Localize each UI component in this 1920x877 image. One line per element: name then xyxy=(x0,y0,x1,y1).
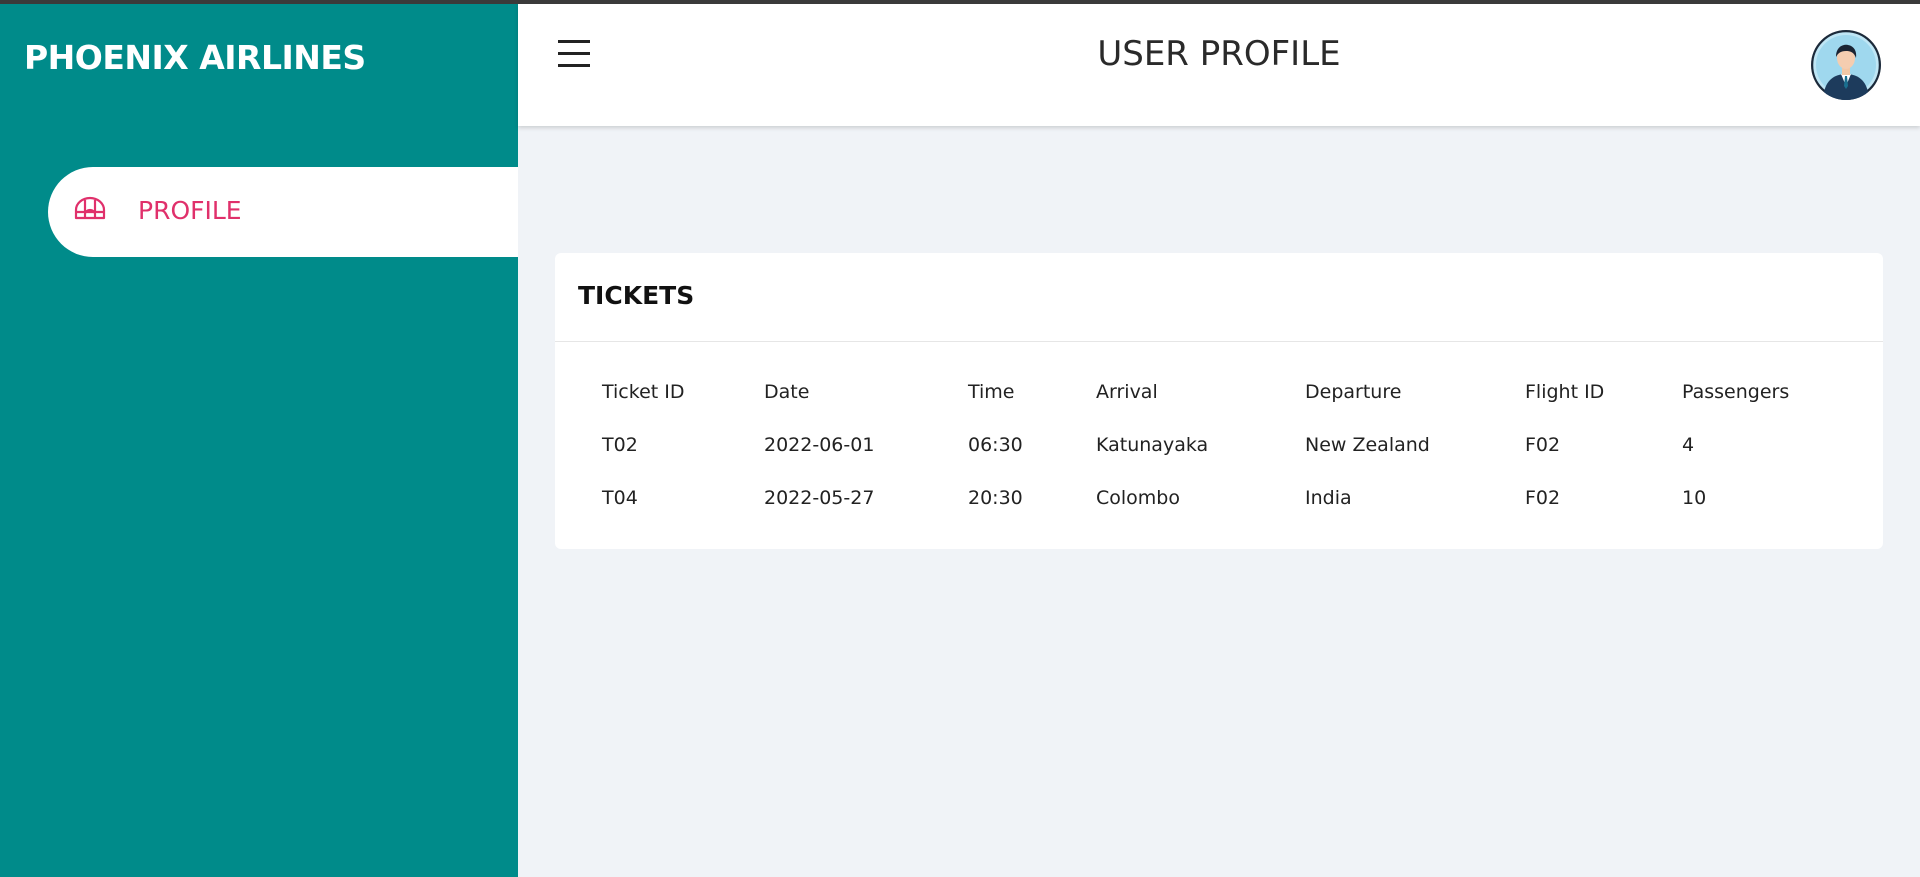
brand-title: PHOENIX AIRLINES xyxy=(24,38,366,77)
column-header: Date xyxy=(764,380,810,403)
table-cell: Katunayaka xyxy=(1096,433,1209,456)
table-cell: T04 xyxy=(602,486,638,509)
table-cell: 06:30 xyxy=(968,433,1023,456)
tickets-table: Ticket ID Date Time Arrival Departure Fl… xyxy=(602,365,1842,524)
tickets-title: TICKETS xyxy=(578,281,695,310)
sidebar-item-label: PROFILE xyxy=(138,196,242,225)
table-cell: Colombo xyxy=(1096,486,1180,509)
table-cell: 2022-06-01 xyxy=(764,433,875,456)
table-cell: F02 xyxy=(1525,433,1561,456)
table-row: T04 2022-05-27 20:30 Colombo India F02 1… xyxy=(602,471,1842,524)
column-header: Departure xyxy=(1305,380,1402,403)
column-header: Ticket ID xyxy=(602,380,685,403)
table-header-row: Ticket ID Date Time Arrival Departure Fl… xyxy=(602,365,1842,418)
page-title: USER PROFILE xyxy=(1097,34,1341,74)
column-header: Arrival xyxy=(1096,380,1158,403)
sidebar: PHOENIX AIRLINES PROFILE xyxy=(0,4,518,877)
column-header: Time xyxy=(968,380,1015,403)
table-cell: India xyxy=(1305,486,1352,509)
tickets-card: TICKETS Ticket ID Date Time Arrival Depa… xyxy=(555,253,1883,549)
table-cell: 2022-05-27 xyxy=(764,486,875,509)
table-cell: T02 xyxy=(602,433,638,456)
column-header: Passengers xyxy=(1682,380,1790,403)
table-cell: 4 xyxy=(1682,433,1695,456)
top-header: USER PROFILE xyxy=(518,4,1920,126)
table-cell: F02 xyxy=(1525,486,1561,509)
user-avatar-icon[interactable] xyxy=(1811,30,1881,100)
window-top-border xyxy=(0,0,1920,4)
divider xyxy=(555,341,1883,342)
table-cell: New Zealand xyxy=(1305,433,1430,456)
table-cell: 10 xyxy=(1682,486,1707,509)
table-cell: 20:30 xyxy=(968,486,1023,509)
table-row: T02 2022-06-01 06:30 Katunayaka New Zeal… xyxy=(602,418,1842,471)
sidebar-item-profile[interactable]: PROFILE xyxy=(48,167,518,257)
igloo-icon xyxy=(74,195,106,221)
column-header: Flight ID xyxy=(1525,380,1605,403)
